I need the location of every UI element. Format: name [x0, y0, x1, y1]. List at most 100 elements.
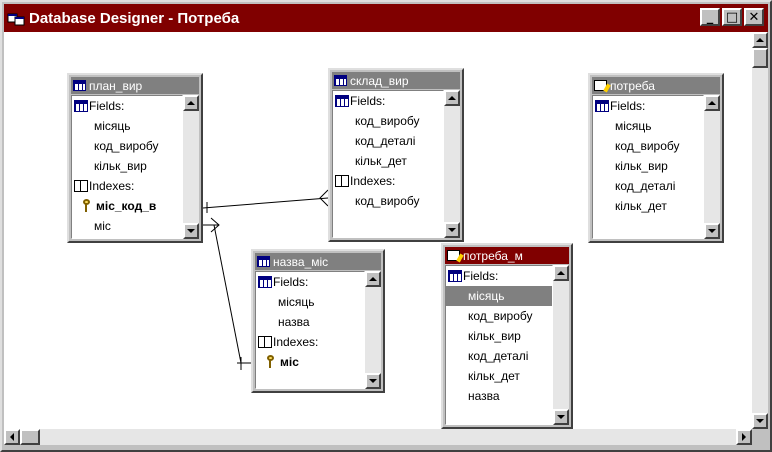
table-title-bar[interactable]: план_вир [71, 77, 199, 94]
index-item-primary[interactable]: міс_код_в [72, 196, 182, 216]
maximize-button[interactable]: □ [722, 8, 742, 26]
field-label: кільк_вир [468, 329, 521, 343]
table-potreba[interactable]: потреба Fields: місяць код_виробу кільк_… [588, 73, 724, 243]
window-title: Database Designer - Потреба [29, 9, 240, 27]
table-nazva-mis[interactable]: назва_міс Fields: місяць назва Indexes: … [251, 249, 385, 393]
indexes-book-icon [335, 175, 349, 187]
field-item[interactable]: код_деталі [333, 131, 443, 151]
table-potreba-m[interactable]: потреба_м Fields: місяць код_виробу кіль… [441, 243, 573, 429]
field-label: місяць [278, 295, 315, 309]
field-item[interactable]: назва [256, 312, 364, 332]
table-title-bar[interactable]: назва_міс [255, 253, 381, 270]
table-body: Fields: код_виробу код_деталі кільк_дет … [332, 90, 444, 238]
field-label: місяць [94, 119, 131, 133]
field-item[interactable]: код_виробу [446, 306, 552, 326]
index-item[interactable]: міс [72, 216, 182, 236]
field-item[interactable]: місяць [256, 292, 364, 312]
fields-icon [258, 276, 272, 288]
index-item-primary[interactable]: міс [256, 352, 364, 372]
field-item[interactable]: кільк_вир [72, 156, 182, 176]
table-title-bar[interactable]: склад_вир [332, 72, 460, 89]
title-bar[interactable]: Database Designer - Потреба _ □ ✕ [4, 4, 768, 32]
field-item[interactable]: код_деталі [446, 346, 552, 366]
arrow-up-icon [557, 271, 565, 275]
fields-label: Fields: [89, 99, 125, 113]
table-scrollbar[interactable] [365, 271, 381, 389]
vertical-scrollbar[interactable] [752, 32, 768, 429]
scroll-up-button[interactable] [444, 90, 460, 106]
scroll-up-button[interactable] [752, 32, 768, 48]
fields-header: Fields: [256, 272, 364, 292]
table-title: план_вир [89, 78, 143, 93]
designer-canvas[interactable]: план_вир Fields: місяць код_виробу кільк… [4, 32, 752, 429]
table-title-bar[interactable]: потреба [592, 77, 720, 94]
field-label: назва [468, 389, 500, 403]
field-item[interactable]: місяць [72, 116, 182, 136]
field-item-selected[interactable]: місяць [446, 286, 552, 306]
table-body: Fields: місяць назва Indexes: міс [255, 271, 365, 389]
scroll-up-button[interactable] [183, 95, 199, 111]
arrow-down-icon [756, 419, 764, 423]
scroll-left-button[interactable] [4, 429, 20, 445]
relation-plan-vyr-sklad-vyr [202, 189, 329, 213]
indexes-header: Indexes: [72, 176, 182, 196]
horizontal-scrollbar[interactable] [4, 429, 752, 445]
field-item[interactable]: кільк_дет [446, 366, 552, 386]
field-label: кільк_вир [94, 159, 147, 173]
arrow-down-icon [557, 415, 565, 419]
table-title: склад_вир [350, 73, 409, 88]
field-item[interactable]: кільк_дет [333, 151, 443, 171]
index-label: код_виробу [355, 194, 420, 208]
field-item[interactable]: кільк_вир [593, 156, 703, 176]
fields-icon [74, 100, 88, 112]
field-item[interactable]: код_виробу [593, 136, 703, 156]
arrow-up-icon [448, 96, 456, 100]
size-grip[interactable] [752, 429, 768, 445]
vertical-scroll-thumb[interactable] [752, 48, 768, 68]
scroll-down-button[interactable] [704, 223, 720, 239]
arrow-right-icon [742, 433, 746, 441]
scroll-down-button[interactable] [752, 413, 768, 429]
table-sklad-vyr[interactable]: склад_вир Fields: код_виробу код_деталі … [328, 68, 464, 242]
field-item[interactable]: код_деталі [593, 176, 703, 196]
table-scrollbar[interactable] [183, 95, 199, 239]
arrow-down-icon [187, 229, 195, 233]
table-icon [257, 256, 270, 267]
field-label: код_деталі [468, 349, 529, 363]
index-item[interactable]: код_виробу [333, 191, 443, 211]
field-label: код_виробу [468, 309, 533, 323]
horizontal-scroll-thumb[interactable] [20, 429, 40, 445]
field-item[interactable]: код_виробу [72, 136, 182, 156]
scroll-down-button[interactable] [444, 222, 460, 238]
table-body: Fields: місяць код_виробу кільк_вир Inde… [71, 95, 183, 239]
scroll-down-button[interactable] [553, 409, 569, 425]
field-label: кільк_дет [468, 369, 520, 383]
field-item[interactable]: місяць [593, 116, 703, 136]
table-scrollbar[interactable] [553, 265, 569, 425]
field-label: код_виробу [615, 139, 680, 153]
table-scrollbar[interactable] [704, 95, 720, 239]
table-title-bar[interactable]: потреба_м [445, 247, 569, 264]
field-item[interactable]: код_виробу [333, 111, 443, 131]
table-plan-vyr[interactable]: план_вир Fields: місяць код_виробу кільк… [67, 73, 203, 243]
field-label: місяць [468, 289, 505, 303]
table-scrollbar[interactable] [444, 90, 460, 238]
scroll-down-button[interactable] [365, 373, 381, 389]
arrow-up-icon [187, 101, 195, 105]
scroll-right-button[interactable] [736, 429, 752, 445]
field-item[interactable]: назва [446, 386, 552, 406]
field-item[interactable]: кільк_дет [593, 196, 703, 216]
minimize-button[interactable]: _ [700, 8, 720, 26]
field-item[interactable]: кільк_вир [446, 326, 552, 346]
fields-header: Fields: [333, 91, 443, 111]
scroll-up-button[interactable] [553, 265, 569, 281]
scroll-up-button[interactable] [365, 271, 381, 287]
close-button[interactable]: ✕ [744, 8, 764, 26]
scroll-down-button[interactable] [183, 223, 199, 239]
scroll-up-button[interactable] [704, 95, 720, 111]
fields-header: Fields: [446, 266, 552, 286]
field-label: код_виробу [355, 114, 420, 128]
indexes-book-icon [74, 180, 88, 192]
table-title: потреба_м [463, 248, 523, 263]
arrow-left-icon [10, 433, 14, 441]
